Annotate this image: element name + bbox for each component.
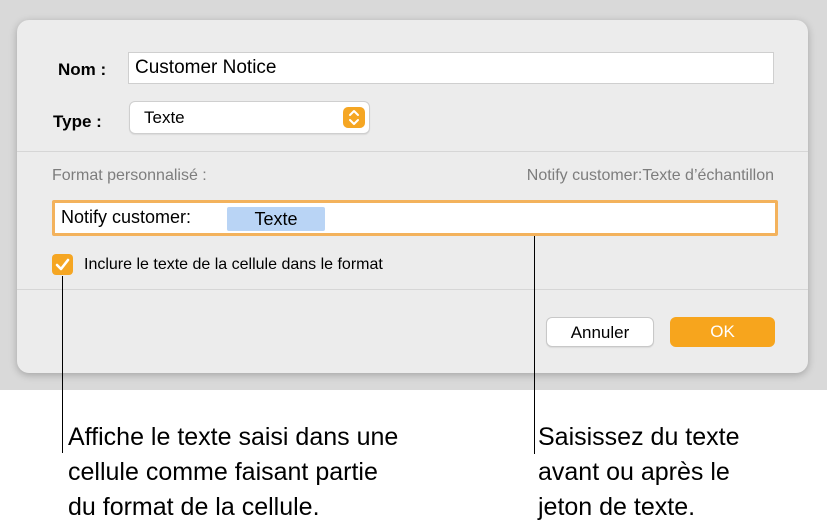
name-label: Nom : (58, 60, 107, 79)
checkmark-icon (55, 258, 70, 271)
divider-top (17, 151, 808, 152)
callout-right-text: Saisissez du texte avant ou après le jet… (538, 420, 740, 525)
include-cell-text-label: Inclure le texte de la cellule dans le f… (84, 256, 383, 273)
ok-button[interactable]: OK (670, 317, 775, 347)
sample-preview: Notify customer:Texte d’échantillon (526, 167, 774, 184)
callout-left-text: Affiche le texte saisi dans une cellule … (68, 420, 398, 525)
callout-left-line: du format de la cellule. (68, 493, 320, 521)
select-arrows-icon (343, 107, 365, 128)
format-label: Format personnalisé : (52, 167, 207, 184)
format-prefix-text: Notify customer: (61, 207, 192, 227)
type-label: Type : (53, 112, 102, 131)
type-select[interactable]: Texte (129, 101, 370, 134)
callout-line-left (62, 276, 63, 453)
type-select-value: Texte (144, 108, 185, 127)
callout-right-line: avant ou après le (538, 458, 730, 486)
name-input[interactable]: Customer Notice (128, 52, 774, 84)
custom-format-field[interactable]: Notify customer: Texte (52, 200, 778, 236)
text-token[interactable]: Texte (227, 207, 325, 231)
callout-right-line: jeton de texte. (538, 493, 696, 521)
callout-left-line: Affiche le texte saisi dans une (68, 423, 399, 451)
divider-bottom (17, 289, 808, 290)
callout-left-line: cellule comme faisant partie (68, 458, 378, 486)
callout-right-line: Saisissez du texte (538, 423, 740, 451)
cancel-button[interactable]: Annuler (546, 317, 654, 347)
include-cell-text-checkbox[interactable] (52, 254, 73, 275)
callout-line-right (534, 236, 535, 454)
